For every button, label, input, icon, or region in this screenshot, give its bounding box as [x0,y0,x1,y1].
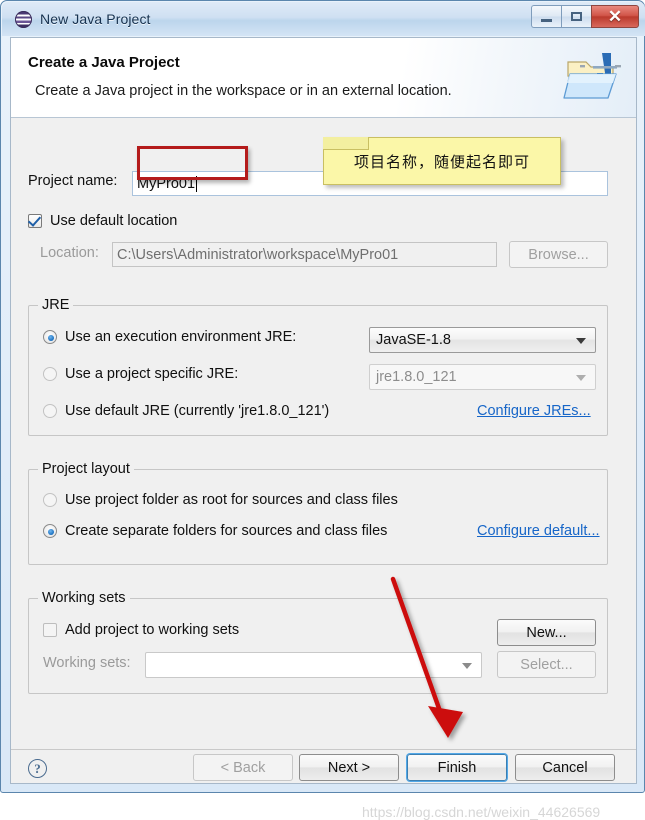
configure-default-link[interactable]: Configure default... [477,523,600,539]
select-working-set-button[interactable]: Select... [497,651,596,678]
title-bar[interactable]: New Java Project ✕ [2,2,645,36]
annotation-note-text: 项目名称，随便起名即可 [353,152,530,171]
jre-exec-env-combo[interactable]: JavaSE-1.8 [369,327,596,353]
add-to-working-sets-row[interactable]: Add project to working sets [43,622,239,638]
minimize-button[interactable] [531,5,561,28]
use-default-location-label: Use default location [50,213,178,229]
new-working-set-button[interactable]: New... [497,619,596,646]
close-button[interactable]: ✕ [591,5,639,28]
jre-project-specific-combo-value: jre1.8.0_121 [376,369,457,385]
jre-project-specific-label: Use a project specific JRE: [65,366,239,382]
layout-separate-folders-radio[interactable] [43,524,57,538]
back-button[interactable]: < Back [193,754,293,781]
jre-group: JRE Use an execution environment JRE: Ja… [28,297,608,436]
browse-button[interactable]: Browse... [509,241,608,268]
maximize-button[interactable] [561,5,591,28]
configure-jres-link[interactable]: Configure JREs... [477,403,591,419]
window-title: New Java Project [40,11,151,27]
new-java-project-dialog: New Java Project ✕ Create a Java Project… [0,0,645,820]
chevron-down-icon [576,375,586,381]
layout-project-folder-radio[interactable] [43,493,57,507]
java-project-folder-icon [563,53,621,99]
watermark: https://blog.csdn.net/weixin_44626569 [362,804,601,820]
layout-project-folder-label: Use project folder as root for sources a… [65,492,398,508]
jre-option-execution-environment[interactable]: Use an execution environment JRE: [43,329,296,345]
page-title: Create a Java Project [28,54,180,71]
cancel-button[interactable]: Cancel [515,754,615,781]
wizard-banner: Create a Java Project Create a Java proj… [11,38,636,118]
jre-option-project-specific[interactable]: Use a project specific JRE: [43,366,238,382]
project-name-label: Project name: [28,173,118,189]
working-sets-group-title: Working sets [38,590,130,606]
jre-project-specific-combo[interactable]: jre1.8.0_121 [369,364,596,390]
location-input[interactable]: C:\Users\Administrator\workspace\MyPro01 [112,242,497,267]
jre-exec-env-combo-value: JavaSE-1.8 [376,332,451,348]
text-caret [196,175,198,192]
jre-exec-env-label: Use an execution environment JRE: [65,329,297,345]
wizard-page-body: Project name: MyPro01 Use default locati… [11,119,636,749]
eclipse-globe-icon [15,10,32,28]
radio-dot-icon [47,528,54,535]
jre-exec-env-radio[interactable] [43,330,57,344]
note-fold-corner [323,137,369,150]
check-icon [27,213,42,227]
location-label: Location: [40,245,99,261]
close-icon: ✕ [607,7,623,26]
help-icon[interactable]: ? [28,759,47,778]
jre-option-default[interactable]: Use default JRE (currently 'jre1.8.0_121… [43,403,329,419]
use-default-location-checkbox[interactable] [27,213,42,228]
project-layout-group: Project layout Use project folder as roo… [28,461,608,565]
annotation-note: 项目名称，随便起名即可 [323,137,561,185]
location-row: Location: [40,245,99,261]
caption-buttons: ✕ [531,5,639,28]
layout-option-separate-folders[interactable]: Create separate folders for sources and … [43,523,387,539]
button-bar: ? < Back Next > Finish Cancel [11,750,636,784]
project-name-row: Project name: [28,173,117,189]
add-to-working-sets-checkbox[interactable] [43,623,57,637]
working-sets-row: Working sets: [43,655,131,671]
finish-button[interactable]: Finish [407,754,507,781]
working-sets-label: Working sets: [43,655,131,671]
minimize-icon [541,18,552,22]
layout-option-project-folder[interactable]: Use project folder as root for sources a… [43,492,398,508]
use-default-location-row[interactable]: Use default location [27,213,178,229]
next-button[interactable]: Next > [299,754,399,781]
red-arrow-annotation [390,576,463,738]
jre-group-title: JRE [38,297,74,313]
jre-default-label: Use default JRE (currently 'jre1.8.0_121… [65,403,330,419]
location-value: C:\Users\Administrator\workspace\MyPro01 [117,246,399,263]
working-sets-group: Working sets Add project to working sets… [28,590,608,694]
jre-default-radio[interactable] [43,404,57,418]
project-layout-group-title: Project layout [38,461,134,477]
add-to-working-sets-label: Add project to working sets [65,622,240,638]
radio-dot-icon [47,334,54,341]
page-subtitle: Create a Java project in the workspace o… [35,83,452,99]
chevron-down-icon [576,338,586,344]
project-name-value: MyPro01 [137,175,196,192]
maximize-icon [571,12,582,21]
jre-project-specific-radio[interactable] [43,367,57,381]
layout-separate-folders-label: Create separate folders for sources and … [65,523,388,539]
